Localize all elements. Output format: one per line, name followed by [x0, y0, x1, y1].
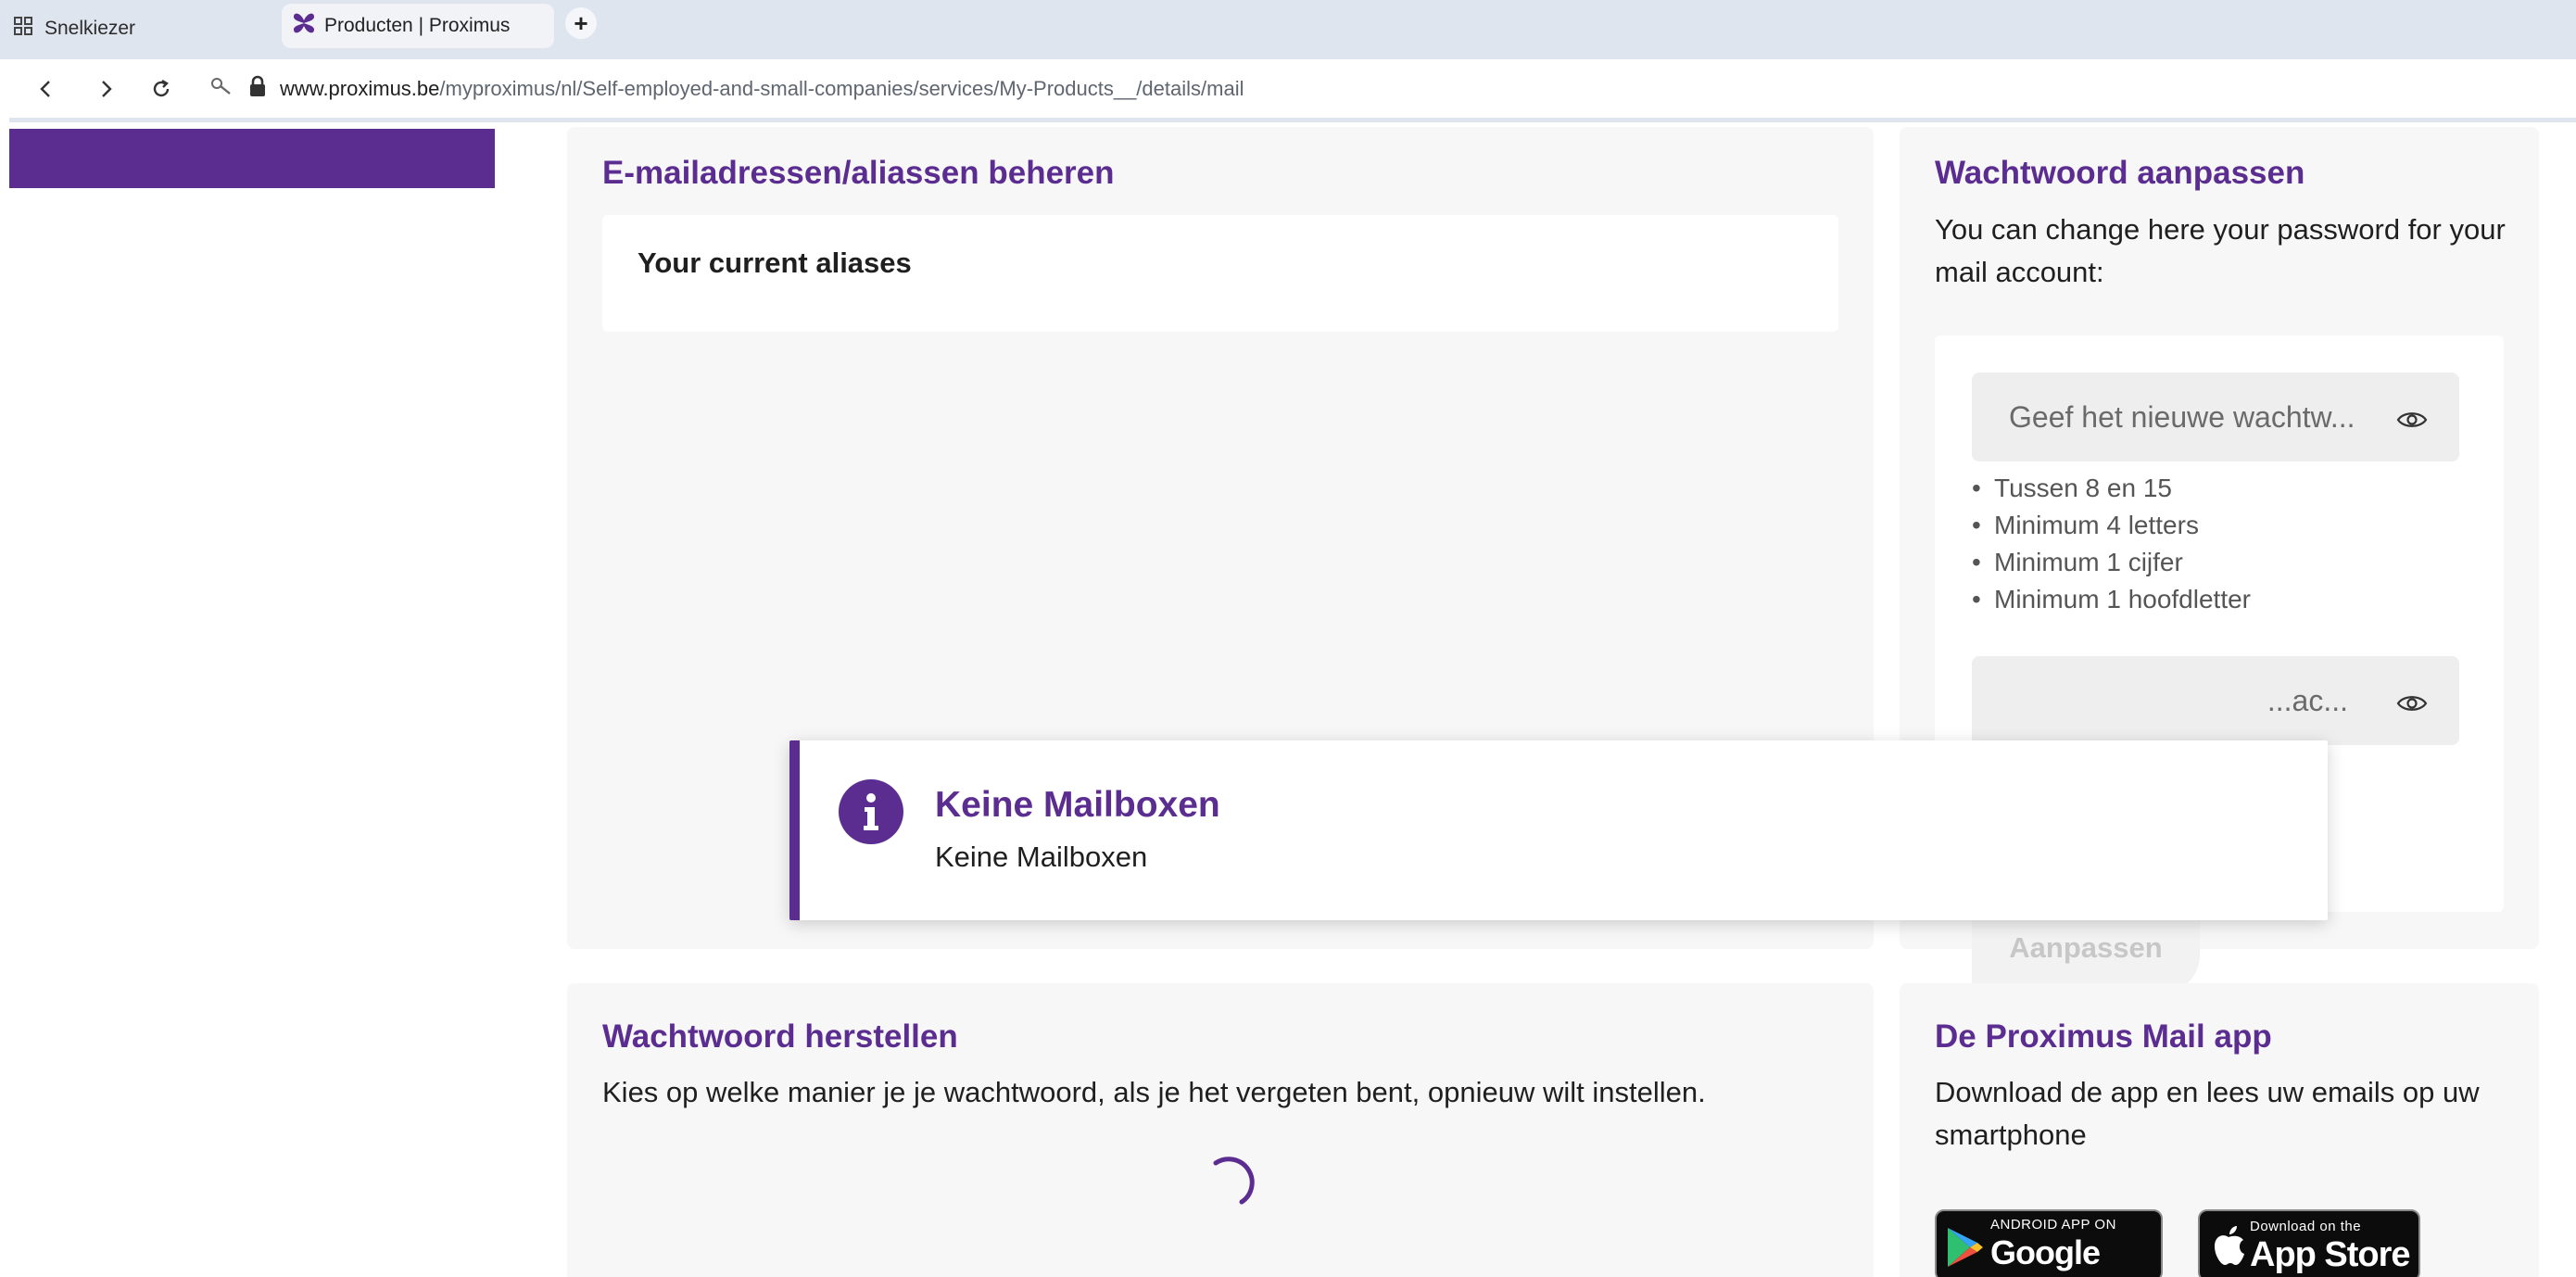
- url-domain: www.proximus.be: [280, 76, 440, 100]
- app-store-small-text: Download on the: [2250, 1219, 2362, 1234]
- tab-producten-proximus[interactable]: Producten | Proximus: [282, 4, 554, 48]
- toast-message: Keine Mailboxen: [935, 841, 1148, 873]
- lock-icon: [248, 75, 267, 103]
- current-aliases-heading: Your current aliases: [638, 247, 912, 279]
- mail-app-title: De Proximus Mail app: [1935, 1018, 2272, 1055]
- page-content: E-mailadressen/aliassen beheren Your cur…: [9, 127, 2576, 1277]
- tab-label: Snelkiezer: [44, 18, 136, 39]
- reload-icon: [153, 79, 170, 96]
- password-rule: Minimum 1 hoofdletter: [1972, 581, 2251, 618]
- change-password-title: Wachtwoord aanpassen: [1935, 155, 2305, 191]
- google-play-small-text: ANDROID APP ON: [1990, 1217, 2116, 1233]
- browser-toolbar: www.proximus.be/myproximus/nl/Self-emplo…: [9, 59, 2576, 122]
- browser-tab-bar: Snelkiezer Producten | Proximus +: [0, 0, 2576, 59]
- new-tab-button[interactable]: +: [565, 7, 597, 39]
- site-settings-icon[interactable]: [209, 75, 235, 103]
- password-rule: Tussen 8 en 15: [1972, 470, 2251, 507]
- tab-snelkiezer[interactable]: Snelkiezer: [13, 7, 135, 50]
- google-play-big-text: Google play: [1990, 1233, 2101, 1277]
- reset-password-description: Kies op welke manier je je wachtwoord, a…: [602, 1076, 1706, 1108]
- current-aliases-box: Your current aliases: [602, 215, 1838, 332]
- reload-button[interactable]: [135, 63, 187, 115]
- info-toast: Keine Mailboxen Keine Mailboxen: [789, 740, 2328, 920]
- password-rules-list: Tussen 8 en 15 Minimum 4 letters Minimum…: [1972, 470, 2251, 618]
- new-password-input[interactable]: Geef het nieuwe wachtw...: [1972, 373, 2459, 461]
- sidebar-header-bar: [9, 129, 495, 188]
- forward-button[interactable]: [80, 63, 132, 115]
- apple-icon: [2215, 1226, 2244, 1265]
- change-password-description: You can change here your password for yo…: [1935, 213, 2506, 288]
- mail-app-description: Download de app en lees uw emails op uw …: [1935, 1076, 2480, 1151]
- url-path: /myproximus/nl/Self-employed-and-small-c…: [439, 76, 1244, 100]
- mail-app-card: De Proximus Mail app Download de app en …: [1900, 983, 2539, 1277]
- google-play-icon: [1948, 1228, 1983, 1267]
- google-play-badge[interactable]: ANDROID APP ON Google play: [1935, 1209, 2163, 1277]
- new-password-placeholder: Geef het nieuwe wachtw...: [2009, 399, 2355, 434]
- reset-password-card: Wachtwoord herstellen Kies op welke mani…: [567, 983, 1874, 1277]
- eye-icon[interactable]: [2396, 404, 2428, 438]
- password-rule: Minimum 1 cijfer: [1972, 544, 2251, 581]
- proximus-favicon-icon: [291, 10, 317, 42]
- confirm-password-placeholder: ...ac...: [2267, 683, 2348, 717]
- reset-password-title: Wachtwoord herstellen: [602, 1018, 958, 1055]
- arrow-right-icon: [102, 80, 112, 97]
- confirm-password-input[interactable]: ...ac...: [1972, 656, 2459, 745]
- toast-title: Keine Mailboxen: [935, 785, 1220, 825]
- address-bar[interactable]: www.proximus.be/myproximus/nl/Self-emplo…: [209, 75, 1244, 103]
- password-rule: Minimum 4 letters: [1972, 507, 2251, 544]
- apps-grid-icon: [13, 16, 33, 42]
- back-button[interactable]: [20, 63, 72, 115]
- info-icon: [839, 779, 903, 844]
- eye-icon[interactable]: [2396, 688, 2428, 722]
- email-aliases-title: E-mailadressen/aliassen beheren: [602, 155, 1115, 191]
- arrow-left-icon: [40, 80, 50, 97]
- loading-spinner-icon: [1213, 1157, 1255, 1205]
- app-store-badge[interactable]: Download on the App Store: [2198, 1209, 2420, 1277]
- tab-label: Producten | Proximus: [324, 15, 511, 36]
- app-store-big-text: App Store: [2250, 1235, 2411, 1274]
